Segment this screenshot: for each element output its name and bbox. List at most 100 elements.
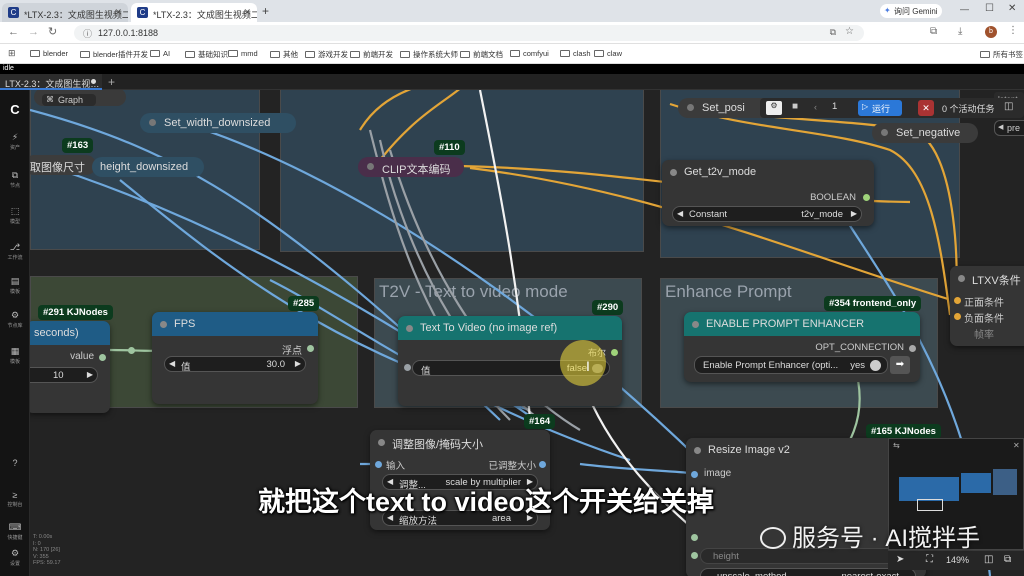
sidebar-bottom-item[interactable]: ? bbox=[0, 458, 30, 469]
browser-tab-active[interactable]: C *LTX-2.3：文成图生视频二合一 ✕ bbox=[131, 3, 257, 22]
zoom-level[interactable]: 149% bbox=[946, 555, 969, 565]
new-tab-icon[interactable]: + bbox=[262, 4, 269, 18]
arrow-right-icon[interactable]: ▶ bbox=[87, 370, 93, 379]
close-tab-icon[interactable]: ✕ bbox=[243, 7, 251, 18]
browser-menu-icon[interactable]: ⋮ bbox=[1008, 25, 1018, 36]
cancel-run-icon[interactable]: ✕ bbox=[918, 100, 934, 116]
browser-tab[interactable]: C *LTX-2.3：文成图生视频二合一 ✕ bbox=[2, 3, 128, 22]
bookmark-item[interactable]: 游戏开发 bbox=[305, 49, 348, 60]
active-tasks[interactable]: 0 个活动任务 bbox=[942, 102, 995, 115]
node-seconds[interactable]: seconds) value 10 ▶ bbox=[30, 321, 110, 413]
link-visibility-icon[interactable]: ⧉ bbox=[1004, 554, 1011, 565]
arrow-right-icon[interactable]: ➡ bbox=[890, 356, 910, 374]
bookmark-item[interactable]: clash bbox=[560, 49, 591, 58]
upscale-widget[interactable]: upscale_method nearest-exact bbox=[700, 568, 916, 576]
reload-icon[interactable]: ↻ bbox=[48, 25, 57, 38]
bookmark-item[interactable]: 操作系统大师 bbox=[400, 49, 458, 60]
stop-icon[interactable]: ■ bbox=[792, 101, 798, 112]
reroute-dot[interactable] bbox=[128, 347, 135, 354]
output-slot[interactable] bbox=[99, 354, 106, 361]
minimap-settings-icon[interactable]: ⇆ bbox=[893, 441, 900, 450]
node-set-width-downsized[interactable]: Set_width_downsized bbox=[140, 113, 296, 133]
input-slot[interactable] bbox=[691, 552, 698, 559]
node-get-t2v-mode[interactable]: Get_t2v_mode BOOLEAN ◀ Constant t2v_mode… bbox=[662, 160, 874, 226]
pointer-mode-icon[interactable]: ➤ bbox=[896, 554, 904, 565]
bookmark-item[interactable]: 其他 bbox=[270, 49, 298, 60]
workflow-tab[interactable]: LTX-2.3：文成图生视… bbox=[0, 74, 102, 90]
minimize-window-icon[interactable]: — bbox=[960, 4, 969, 14]
node-header[interactable]: Get_t2v_mode bbox=[662, 160, 874, 184]
comfy-logo-icon[interactable]: C bbox=[0, 102, 30, 117]
profile-avatar[interactable]: b bbox=[985, 26, 997, 38]
node-collapsed-image[interactable]: ⌘ Graph bbox=[34, 90, 126, 106]
minimap-viewport[interactable] bbox=[917, 499, 943, 511]
bookmark-item[interactable]: 前端文档 bbox=[460, 49, 503, 60]
sidebar-item[interactable]: ⚙ 节点库 bbox=[0, 310, 30, 329]
input-slot[interactable] bbox=[691, 471, 698, 478]
close-window-icon[interactable]: ✕ bbox=[1008, 3, 1016, 14]
new-workflow-icon[interactable]: + bbox=[108, 75, 115, 89]
value-widget[interactable]: 10 ▶ bbox=[30, 367, 98, 383]
close-tab-icon[interactable]: ✕ bbox=[114, 7, 122, 18]
all-bookmarks[interactable]: 所有书签 bbox=[980, 49, 1023, 60]
node-set-negative[interactable]: Set_negative bbox=[872, 123, 978, 143]
node-height-downsized[interactable]: height_downsized bbox=[92, 157, 204, 177]
panel-toggle-icon[interactable]: ◫ bbox=[1004, 101, 1013, 112]
fit-view-icon[interactable]: ⛶ bbox=[926, 554, 933, 565]
bookmark-item[interactable]: 前端开发 bbox=[350, 49, 393, 60]
enable-widget[interactable]: Enable Prompt Enhancer (opti... yes bbox=[694, 356, 888, 374]
node-get-image-size[interactable]: 取图像尺寸 bbox=[30, 155, 96, 175]
extensions-icon[interactable]: ⧉ bbox=[930, 26, 937, 37]
arrow-right-icon[interactable]: ▶ bbox=[295, 359, 301, 368]
decrement-icon[interactable]: ‹ bbox=[814, 102, 817, 112]
node-header[interactable]: 调整图像/掩码大小 bbox=[370, 430, 550, 454]
input-slot[interactable] bbox=[954, 313, 961, 320]
input-slot[interactable] bbox=[954, 297, 961, 304]
node-header[interactable]: seconds) bbox=[30, 321, 110, 345]
input-slot[interactable] bbox=[404, 364, 411, 371]
gemini-button[interactable]: ✦ 询问 Gemini bbox=[880, 4, 942, 18]
maximize-window-icon[interactable]: ☐ bbox=[985, 3, 994, 14]
site-info-icon[interactable]: ⓘ bbox=[83, 27, 92, 40]
bookmark-item[interactable]: blender插件开发 bbox=[80, 49, 148, 60]
node-fps[interactable]: FPS 浮点 ◀ 值 30.0 ▶ bbox=[152, 312, 318, 404]
sidebar-item[interactable]: ⧉ 节点 bbox=[0, 170, 30, 189]
node-header[interactable]: LTXV条件 bbox=[950, 266, 1024, 290]
output-slot[interactable] bbox=[307, 345, 314, 352]
node-clip-text-encode[interactable]: CLIP文本编码 bbox=[358, 157, 464, 177]
arrow-right-icon[interactable]: ▶ bbox=[851, 209, 857, 218]
output-slot[interactable] bbox=[611, 349, 618, 356]
input-slot[interactable] bbox=[375, 461, 382, 468]
output-slot[interactable] bbox=[909, 345, 916, 352]
node-enable-prompt-enhancer[interactable]: ENABLE PROMPT ENHANCER OPT_CONNECTION En… bbox=[684, 312, 920, 382]
output-slot[interactable] bbox=[863, 194, 870, 201]
minimap-toggle-icon[interactable]: ◫ bbox=[984, 554, 993, 565]
sidebar-item[interactable]: ▦ 模板 bbox=[0, 346, 30, 365]
minimap-close-icon[interactable]: ✕ bbox=[1013, 441, 1020, 450]
bookmark-item[interactable]: 基础知识 bbox=[185, 49, 228, 60]
run-button[interactable]: ▷ 运行 bbox=[858, 100, 902, 116]
apps-grid-icon[interactable]: ⊞ bbox=[8, 48, 16, 59]
constant-widget[interactable]: ◀ Constant t2v_mode ▶ bbox=[672, 206, 862, 222]
translate-icon[interactable]: ⧉ bbox=[830, 27, 836, 38]
arrow-left-icon[interactable]: ◀ bbox=[677, 209, 683, 218]
forward-icon[interactable]: → bbox=[28, 26, 39, 38]
node-header[interactable]: FPS bbox=[152, 312, 318, 336]
url-field[interactable]: ⓘ 127.0.0.1:8188 ⧉ ☆ bbox=[74, 25, 864, 41]
sidebar-bottom-item[interactable]: ⌨ 快捷键 bbox=[0, 522, 30, 541]
sidebar-bottom-item[interactable]: ⚙ 设置 bbox=[0, 548, 30, 567]
bookmark-star-icon[interactable]: ☆ bbox=[845, 26, 854, 37]
sidebar-item[interactable]: ⚡ 资产 bbox=[0, 132, 30, 151]
graph-switch[interactable]: ⌘ Graph bbox=[42, 94, 96, 106]
bookmark-item[interactable]: comfyui bbox=[510, 49, 549, 58]
arrow-left-icon[interactable]: ◀ bbox=[169, 359, 175, 368]
bookmark-item[interactable]: claw bbox=[594, 49, 622, 58]
node-header[interactable]: Text To Video (no image ref) bbox=[398, 316, 622, 340]
input-slot[interactable] bbox=[691, 534, 698, 541]
download-icon[interactable]: ⤓ bbox=[958, 26, 962, 37]
comfy-deploy-icon[interactable]: ⚙ bbox=[766, 101, 782, 115]
sidebar-item[interactable]: ⎇ 工作流 bbox=[0, 242, 30, 261]
sidebar-item[interactable]: ⬚ 模型 bbox=[0, 206, 30, 225]
back-icon[interactable]: ← bbox=[8, 26, 19, 38]
sidebar-item[interactable]: ▤ 模板 bbox=[0, 276, 30, 295]
